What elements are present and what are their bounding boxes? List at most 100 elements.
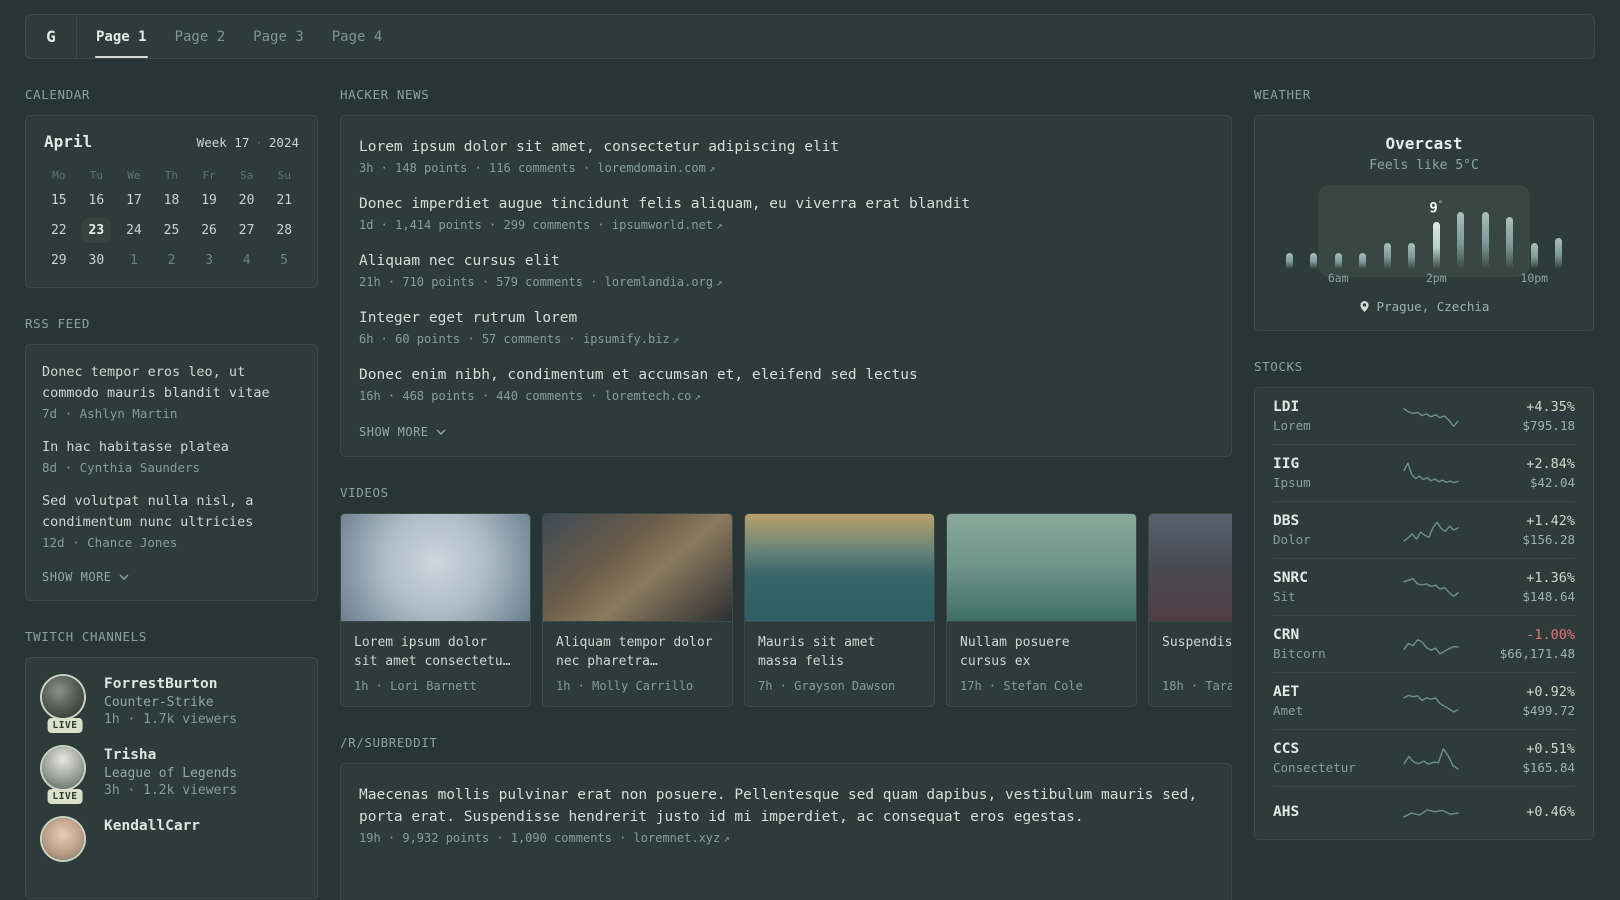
stock-change: +0.51% — [1526, 741, 1575, 757]
calendar-month: April — [44, 132, 93, 151]
video-thumbnail[interactable] — [341, 514, 530, 622]
stock-values: +0.92% $499.72 — [1483, 684, 1575, 718]
weekday-label: Su — [277, 169, 291, 182]
show-more-label: SHOW MORE — [42, 570, 112, 584]
video-title[interactable]: Aliquam tempor dolor nec pharetra… — [556, 633, 719, 671]
stock-symbol[interactable]: SNRC — [1273, 570, 1379, 586]
calendar-day: 30 — [88, 253, 105, 268]
video-body: Nullam posuere cursus ex 17h · Stefan Co… — [947, 622, 1136, 706]
stock-symbol[interactable]: LDI — [1273, 399, 1379, 415]
right-column: WEATHER Overcast Feels like 5°C 9° 6am 2pm… — [1254, 87, 1594, 868]
stock-change: +2.84% — [1526, 456, 1575, 472]
video-body: Suspendisse diam 18h · Tara — [1149, 622, 1232, 706]
hackernews-item-title[interactable]: Lorem ipsum dolor sit amet, consectetur … — [359, 136, 1213, 158]
video-card[interactable]: Aliquam tempor dolor nec pharetra… 1h · … — [542, 513, 733, 707]
tab-page-1[interactable]: Page 1 — [95, 15, 148, 58]
rss-widget: RSS FEED Donec tempor eros leo, ut commo… — [25, 316, 318, 601]
rss-item-title[interactable]: In hac habitasse platea — [42, 437, 301, 458]
hackernews-show-more-button[interactable]: SHOW MORE — [359, 425, 446, 439]
twitch-channel-row: KendallCarr — [42, 818, 301, 860]
section-title-weather: WEATHER — [1254, 87, 1311, 102]
calendar-day: 15 — [50, 193, 67, 208]
calendar-card: April Week 17 · 2024 Mo Tu We Th Fr Sa S… — [25, 115, 318, 288]
video-title[interactable]: Lorem ipsum dolor sit amet consectetu… — [354, 633, 517, 671]
stock-values: -1.00% $66,171.48 — [1483, 627, 1575, 661]
hackernews-domain-link[interactable]: loremtech.co — [605, 389, 692, 403]
stock-change: +1.42% — [1526, 513, 1575, 529]
twitch-channel-name[interactable]: ForrestBurton — [104, 676, 237, 692]
hackernews-item-title[interactable]: Aliquam nec cursus elit — [359, 250, 1213, 272]
rss-item-title[interactable]: Sed volutpat nulla nisl, a condimentum n… — [42, 491, 301, 533]
video-title[interactable]: Mauris sit amet massa felis — [758, 633, 921, 671]
hackernews-domain-link[interactable]: loremdomain.com — [597, 161, 705, 175]
stock-price: $165.84 — [1522, 760, 1575, 775]
stock-symbol[interactable]: CRN — [1273, 627, 1379, 643]
calendar-dates-grid: 15 16 17 18 19 20 21 22 23 24 25 26 27 2… — [40, 188, 303, 273]
twitch-channel-name[interactable]: KendallCarr — [104, 818, 200, 834]
stock-change: +0.92% — [1526, 684, 1575, 700]
weather-bar — [1506, 217, 1514, 269]
video-thumbnail[interactable] — [745, 514, 934, 622]
calendar-day: 19 — [201, 193, 217, 208]
tab-page-2[interactable]: Page 2 — [174, 15, 227, 58]
avatar[interactable] — [42, 676, 84, 718]
videos-row: Lorem ipsum dolor sit amet consectetu… 1… — [340, 513, 1232, 707]
stock-price: $42.04 — [1529, 475, 1575, 490]
hackernews-item: Lorem ipsum dolor sit amet, consectetur … — [359, 136, 1213, 175]
stock-values: +2.84% $42.04 — [1483, 456, 1575, 490]
hackernews-item-title[interactable]: Donec imperdiet augue tincidunt felis al… — [359, 193, 1213, 215]
external-link-icon: ↗ — [716, 219, 723, 232]
subreddit-post-title[interactable]: Maecenas mollis pulvinar erat non posuer… — [359, 784, 1213, 828]
app-logo[interactable]: G — [26, 15, 76, 58]
stock-symbol[interactable]: IIG — [1273, 456, 1379, 472]
left-column: CALENDAR April Week 17 · 2024 Mo Tu We T… — [25, 87, 318, 900]
stock-symbol[interactable]: CCS — [1273, 741, 1379, 757]
rss-show-more-button[interactable]: SHOW MORE — [42, 570, 129, 584]
video-card[interactable]: Nullam posuere cursus ex 17h · Stefan Co… — [946, 513, 1137, 707]
hackernews-domain-link[interactable]: ipsumworld.net — [612, 218, 713, 232]
video-card[interactable]: Suspendisse diam 18h · Tara — [1148, 513, 1232, 707]
rss-item: Donec tempor eros leo, ut commodo mauris… — [42, 362, 301, 421]
stock-sparkline — [1379, 458, 1483, 488]
weekday-label: Mo — [52, 169, 66, 182]
rss-item-title[interactable]: Donec tempor eros leo, ut commodo mauris… — [42, 362, 301, 404]
avatar[interactable] — [42, 747, 84, 789]
video-card[interactable]: Lorem ipsum dolor sit amet consectetu… 1… — [340, 513, 531, 707]
avatar[interactable] — [42, 818, 84, 860]
video-title[interactable]: Nullam posuere cursus ex — [960, 633, 1123, 671]
stock-price: $148.64 — [1522, 589, 1575, 604]
video-title[interactable]: Suspendisse diam — [1162, 633, 1232, 671]
calendar-day: 28 — [276, 223, 293, 238]
section-title-stocks: STOCKS — [1254, 359, 1303, 374]
twitch-channel-name[interactable]: Trisha — [104, 747, 237, 763]
twitch-channel-game: Counter-Strike — [104, 695, 214, 710]
hackernews-domain-link[interactable]: ipsumify.biz — [583, 332, 670, 346]
hackernews-item-meta: 1d · 1,414 points · 299 comments · ipsum… — [359, 218, 1213, 232]
hackernews-item: Aliquam nec cursus elit 21h · 710 points… — [359, 250, 1213, 289]
video-card[interactable]: Mauris sit amet massa felis 7h · Grayson… — [744, 513, 935, 707]
hackernews-meta-text: 1d · 1,414 points · 299 comments · — [359, 218, 612, 232]
hackernews-item-title[interactable]: Integer eget rutrum lorem — [359, 307, 1213, 329]
stock-sparkline — [1379, 686, 1483, 716]
weather-bar — [1530, 243, 1538, 269]
video-thumbnail[interactable] — [543, 514, 732, 622]
hackernews-item-title[interactable]: Donec enim nibh, condimentum et accumsan… — [359, 364, 1213, 386]
rss-item: In hac habitasse platea 8d · Cynthia Sau… — [42, 437, 301, 475]
twitch-card: LIVE ForrestBurton Counter-Strike 1h · 1… — [25, 657, 318, 899]
hackernews-domain-link[interactable]: loremlandia.org — [605, 275, 713, 289]
stock-id: AET Amet — [1273, 684, 1379, 718]
stock-symbol[interactable]: AET — [1273, 684, 1379, 700]
weather-axis-label: 6am — [1327, 271, 1349, 285]
subreddit-domain-link[interactable]: loremnet.xyz — [634, 831, 721, 845]
tab-page-3[interactable]: Page 3 — [252, 15, 305, 58]
stock-values: +1.36% $148.64 — [1483, 570, 1575, 604]
tab-page-4[interactable]: Page 4 — [331, 15, 384, 58]
stock-symbol[interactable]: DBS — [1273, 513, 1379, 529]
video-thumbnail[interactable] — [1149, 514, 1232, 622]
stock-sparkline — [1379, 572, 1483, 602]
stock-values: +0.51% $165.84 — [1483, 741, 1575, 775]
video-thumbnail[interactable] — [947, 514, 1136, 622]
dashboard-columns: CALENDAR April Week 17 · 2024 Mo Tu We T… — [25, 87, 1595, 900]
stock-symbol[interactable]: AHS — [1273, 804, 1379, 820]
current-temp-label: 9° — [1429, 200, 1444, 217]
